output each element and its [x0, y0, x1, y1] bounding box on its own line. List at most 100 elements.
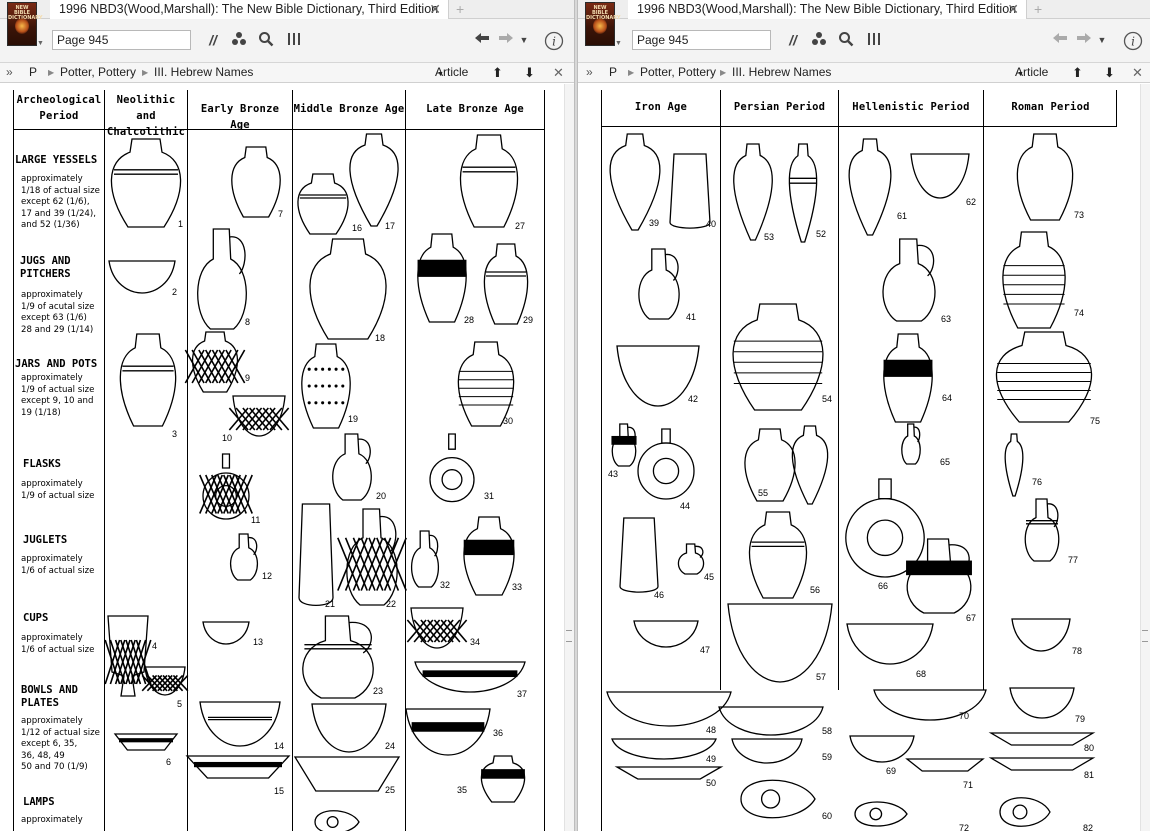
- figure-number: 18: [375, 333, 385, 343]
- history-dropdown-icon[interactable]: ▼: [1096, 31, 1108, 49]
- resource-tab[interactable]: 1996 NBD3(Wood,Marshall): The New Bible …: [628, 0, 1027, 19]
- close-panel-icon[interactable]: ✕: [1132, 63, 1143, 82]
- breadcrumb: » P ▶ Potter, Pottery ▶ III. Hebrew Name…: [578, 63, 1150, 83]
- figure-number: 48: [706, 725, 716, 735]
- forward-arrow-icon[interactable]: [498, 31, 514, 49]
- pottery-vessel-drawing: [638, 248, 680, 320]
- resource-tab[interactable]: 1996 NBD3(Wood,Marshall): The New Bible …: [50, 0, 449, 19]
- pottery-vessel-drawing: [882, 238, 936, 322]
- scroll-down-icon[interactable]: ⬇: [1104, 63, 1115, 82]
- figure-number: 29: [523, 315, 533, 325]
- article-menu[interactable]: Article ▼: [435, 63, 468, 84]
- breadcrumb-expand-icon[interactable]: »: [586, 63, 593, 82]
- tab-close-icon[interactable]: ✕: [1007, 0, 1019, 18]
- breadcrumb-item-article[interactable]: Potter, Pottery: [60, 63, 136, 82]
- columns-icon[interactable]: [285, 31, 303, 49]
- columns-icon[interactable]: [865, 31, 883, 49]
- forward-arrow-icon[interactable]: [1076, 31, 1092, 49]
- breadcrumb-item-section[interactable]: III. Hebrew Names: [732, 63, 831, 82]
- figure-number: 55: [758, 488, 768, 498]
- pottery-vessel-drawing: [1024, 498, 1060, 562]
- resources-icon[interactable]: [810, 31, 828, 49]
- scrollbar[interactable]: [564, 84, 574, 831]
- figure-number: 16: [352, 223, 362, 233]
- figure-number: 50: [706, 778, 716, 788]
- pottery-vessel-drawing: [744, 428, 796, 502]
- breadcrumb-item-article[interactable]: Potter, Pottery: [640, 63, 716, 82]
- pottery-vessel-drawing: [1004, 433, 1024, 497]
- pottery-vessel-drawing: [616, 345, 700, 407]
- parallel-icon[interactable]: //: [785, 31, 801, 49]
- breadcrumb-separator-icon: ▶: [48, 68, 55, 77]
- figure-number: 77: [1068, 555, 1078, 565]
- figure-number: 22: [386, 599, 396, 609]
- book-cover-icon[interactable]: NEW BIBLE DICTIONARY: [585, 2, 620, 46]
- resources-icon[interactable]: [230, 31, 248, 49]
- pottery-vessel-drawing: [637, 428, 695, 500]
- right-resource-pane: 1996 NBD3(Wood,Marshall): The New Bible …: [578, 0, 1150, 831]
- figure-number: 82: [1083, 823, 1093, 831]
- book-menu-chevron-icon[interactable]: ▼: [615, 40, 622, 47]
- pottery-vessel-drawing: [611, 738, 717, 760]
- history-dropdown-icon[interactable]: ▼: [518, 31, 530, 49]
- back-arrow-icon[interactable]: [474, 31, 490, 49]
- figure-number: 39: [649, 218, 659, 228]
- search-icon[interactable]: [837, 31, 855, 49]
- scroll-up-icon[interactable]: ⬆: [1072, 63, 1083, 82]
- parallel-icon[interactable]: //: [205, 31, 221, 49]
- scroll-thumb[interactable]: [1142, 630, 1148, 642]
- tab-title: 1996 NBD3(Wood,Marshall): The New Bible …: [59, 2, 439, 16]
- breadcrumb-item-section[interactable]: III. Hebrew Names: [154, 63, 253, 82]
- scroll-down-icon[interactable]: ⬇: [524, 63, 535, 82]
- search-icon[interactable]: [257, 31, 275, 49]
- pottery-vessel-drawing: [718, 706, 824, 736]
- article-menu[interactable]: Article ▼: [1015, 63, 1048, 84]
- figure-number: 73: [1074, 210, 1084, 220]
- figure-number: 17: [385, 221, 395, 231]
- app-window: 1996 NBD3(Wood,Marshall): The New Bible …: [0, 0, 1150, 831]
- info-icon[interactable]: i: [544, 31, 564, 51]
- close-panel-icon[interactable]: ✕: [553, 63, 564, 82]
- book-cover-icon[interactable]: NEW BIBLE DICTIONARY: [7, 2, 42, 46]
- pottery-vessel-drawing: [457, 341, 515, 427]
- pottery-vessel-drawing: [677, 543, 705, 575]
- figure-number: 37: [517, 689, 527, 699]
- page-reference-input[interactable]: Page 945: [52, 30, 191, 50]
- figure-number: 53: [764, 232, 774, 242]
- figure-number: 3: [172, 429, 177, 439]
- pottery-vessel-drawing: [731, 738, 803, 764]
- new-tab-icon[interactable]: +: [456, 0, 464, 18]
- figure-number: 60: [822, 811, 832, 821]
- new-tab-icon[interactable]: +: [1034, 0, 1042, 18]
- pottery-vessel-drawing: [849, 735, 915, 763]
- figure-number: 34: [470, 637, 480, 647]
- svg-text:i: i: [552, 35, 556, 49]
- pottery-vessel-drawing: [414, 661, 526, 693]
- pottery-vessel-drawing: [349, 133, 399, 227]
- scroll-up-icon[interactable]: ⬆: [492, 63, 503, 82]
- pottery-vessel-drawing: [302, 615, 374, 699]
- figure-number: 70: [959, 711, 969, 721]
- pottery-vessel-drawing: [301, 343, 351, 429]
- book-menu-chevron-icon[interactable]: ▼: [37, 40, 44, 47]
- scrollbar[interactable]: [1140, 84, 1150, 831]
- info-icon[interactable]: i: [1123, 31, 1143, 51]
- tab-close-icon[interactable]: ✕: [429, 0, 441, 18]
- pottery-vessel-drawing: [141, 666, 189, 696]
- figure-number: 2: [172, 287, 177, 297]
- pottery-vessel-drawing: [298, 503, 334, 607]
- figure-number: 33: [512, 582, 522, 592]
- scroll-thumb[interactable]: [566, 630, 572, 642]
- figure-number: 79: [1075, 714, 1085, 724]
- page-reference-input[interactable]: Page 945: [632, 30, 771, 50]
- breadcrumb-item-letter[interactable]: P: [609, 63, 617, 82]
- pottery-vessel-drawing: [988, 757, 1096, 771]
- figure-number: 4: [152, 641, 157, 651]
- figure-number: 41: [686, 312, 696, 322]
- pottery-vessel-drawing: [417, 233, 467, 323]
- figure-number: 27: [515, 221, 525, 231]
- back-arrow-icon[interactable]: [1052, 31, 1068, 49]
- breadcrumb-item-letter[interactable]: P: [29, 63, 37, 82]
- figure-number: 72: [959, 823, 969, 831]
- breadcrumb-expand-icon[interactable]: »: [6, 63, 13, 82]
